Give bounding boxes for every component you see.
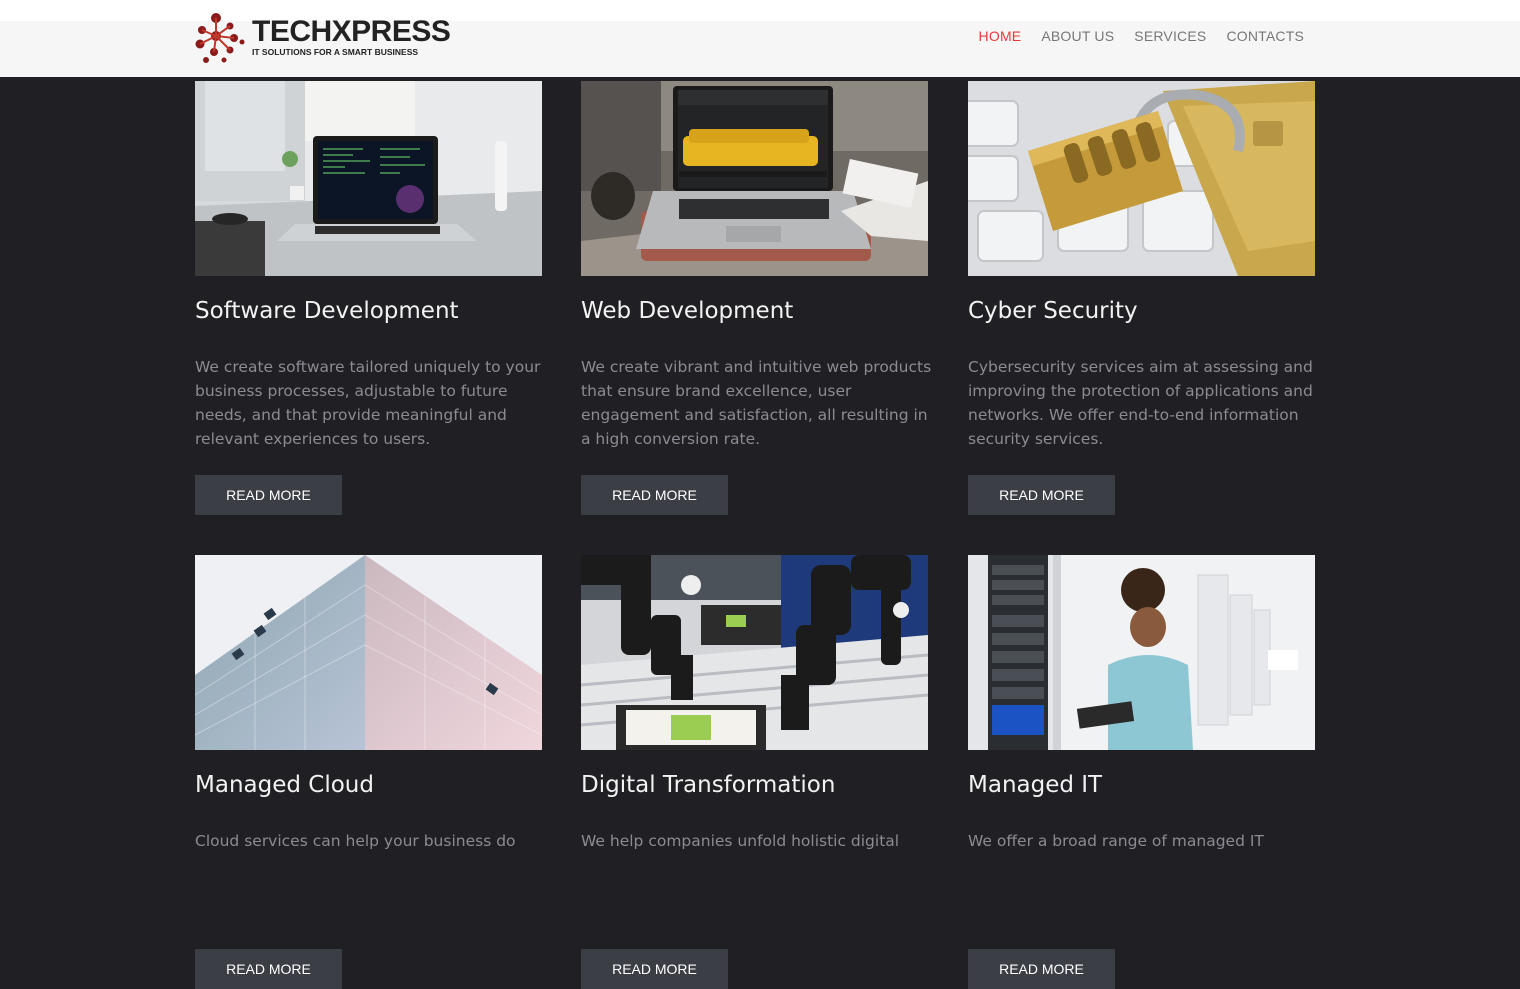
- main-nav: HOME ABOUT US SERVICES CONTACTS: [979, 28, 1304, 44]
- nav-services[interactable]: SERVICES: [1134, 28, 1206, 44]
- nav-home[interactable]: HOME: [979, 28, 1022, 44]
- card-title: Managed Cloud: [195, 772, 374, 798]
- robot-arms-image[interactable]: [581, 555, 928, 750]
- logo[interactable]: TECHXPRESS IT SOLUTIONS FOR A SMART BUSI…: [194, 12, 454, 64]
- laptop-code-image[interactable]: [195, 81, 542, 276]
- card-description: Cybersecurity services aim at assessing …: [968, 358, 1313, 448]
- card-title: Managed IT: [968, 772, 1103, 798]
- card-description: Cloud services can help your business do: [195, 832, 516, 850]
- read-more-button[interactable]: READ MORE: [581, 475, 728, 515]
- card-description: We create software tailored uniquely to …: [195, 358, 541, 448]
- glass-building-image[interactable]: [195, 555, 542, 750]
- server-room-image[interactable]: [968, 555, 1315, 750]
- card-title: Web Development: [581, 298, 794, 324]
- site-header: TECHXPRESS IT SOLUTIONS FOR A SMART BUSI…: [0, 0, 1520, 77]
- card-description: We create vibrant and intuitive web prod…: [581, 358, 932, 448]
- read-more-button[interactable]: READ MORE: [581, 949, 728, 989]
- service-card-managed-cloud: Managed Cloud Cloud services can help yo…: [195, 555, 542, 989]
- card-description: We offer a broad range of managed IT: [968, 832, 1264, 850]
- read-more-button[interactable]: READ MORE: [968, 949, 1115, 989]
- service-card-managed-it: Managed IT We offer a broad range of man…: [968, 555, 1315, 989]
- logo-name: TECHXPRESS: [252, 15, 451, 48]
- read-more-button[interactable]: READ MORE: [195, 475, 342, 515]
- nav-about-us[interactable]: ABOUT US: [1041, 28, 1114, 44]
- card-title: Software Development: [195, 298, 459, 324]
- card-title: Digital Transformation: [581, 772, 836, 798]
- card-description: We help companies unfold holistic digita…: [581, 832, 900, 850]
- service-card-cyber-security: Cyber Security Cybersecurity services ai…: [968, 81, 1315, 515]
- logo-tagline: IT SOLUTIONS FOR A SMART BUSINESS: [252, 47, 419, 57]
- logo-dots-icon: [195, 13, 245, 63]
- read-more-button[interactable]: READ MORE: [195, 949, 342, 989]
- nav-contacts[interactable]: CONTACTS: [1226, 28, 1304, 44]
- service-card-digital-transformation: Digital Transformation We help companies…: [581, 555, 928, 989]
- card-title: Cyber Security: [968, 298, 1138, 324]
- padlock-keyboard-image[interactable]: [968, 81, 1315, 276]
- read-more-button[interactable]: READ MORE: [968, 475, 1115, 515]
- service-card-software-development: Software Development We create software …: [195, 81, 542, 515]
- laptop-website-image[interactable]: [581, 81, 928, 276]
- service-card-web-development: Web Development We create vibrant and in…: [581, 81, 931, 515]
